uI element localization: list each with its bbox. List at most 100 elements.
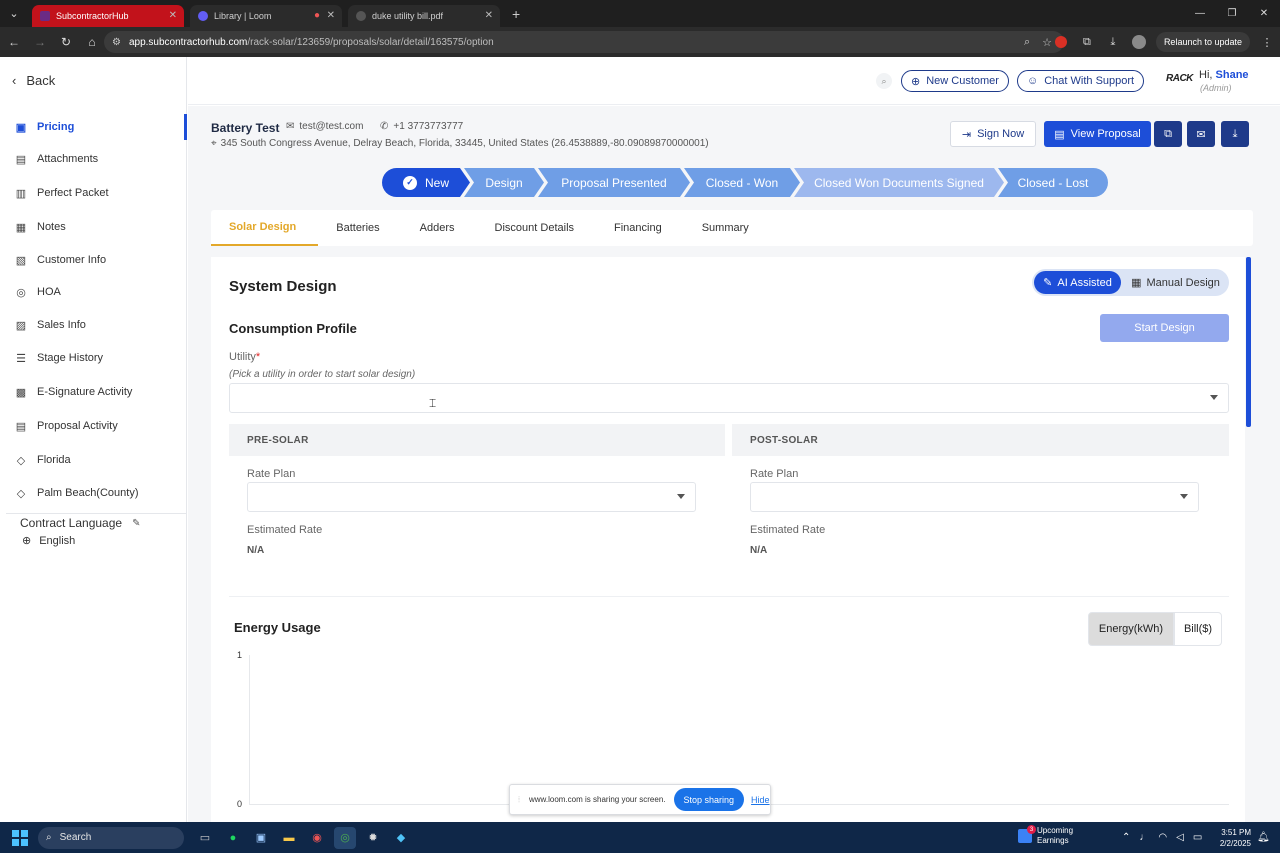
stage-design[interactable]: Design [464,168,544,197]
tab-search-icon[interactable]: ⌄ [4,4,24,24]
stage-label: Closed Won Documents Signed [814,175,984,190]
packet-icon: ▥ [15,187,27,200]
tab-batteries[interactable]: Batteries [318,210,401,246]
profile-avatar-icon[interactable] [1126,29,1152,55]
back-arrow-icon[interactable]: ← [2,30,26,54]
app-icon[interactable]: ◆ [390,827,412,849]
search-icon[interactable]: ⌕ [876,73,892,89]
ai-assisted-button[interactable]: ✎ AI Assisted [1034,271,1121,294]
utility-select[interactable] [229,383,1229,413]
stage-closed-lost[interactable]: Closed - Lost [998,168,1108,197]
back-link[interactable]: ‹ Back [12,73,55,88]
tab-adders[interactable]: Adders [402,210,477,246]
close-tab-icon[interactable]: ✕ [485,10,493,21]
view-proposal-button[interactable]: ▤ View Proposal [1044,121,1151,147]
site-info-icon[interactable]: ⚙ [112,37,121,48]
start-design-button[interactable]: Start Design [1100,314,1229,342]
restore-icon[interactable]: ❐ [1216,0,1248,27]
user-greeting[interactable]: Hi, Shane [1199,69,1249,81]
sidebar-item-notes[interactable]: ▦ Notes [0,214,187,240]
task-view-icon[interactable]: ▭ [194,827,216,849]
sidebar-item-label: Perfect Packet [37,187,109,199]
greeting-text: Hi, [1199,69,1213,81]
browser-tab-subcontractorhub[interactable]: SubcontractorHub ✕ [32,4,184,27]
chat-support-button[interactable]: ☺ Chat With Support [1017,70,1145,92]
stage-proposal-presented[interactable]: Proposal Presented [538,168,690,197]
stage-label: New [424,175,449,190]
hide-link[interactable]: Hide [751,795,770,805]
relaunch-button[interactable]: Relaunch to update [1155,32,1250,52]
taskbar-search[interactable]: ⌕ Search [38,826,184,849]
app-badge-icon[interactable]: ◉ [306,827,328,849]
manual-design-button[interactable]: ▦ Manual Design [1124,271,1227,294]
utility-hint: (Pick a utility in order to start solar … [229,369,416,380]
sidebar-item-attachments[interactable]: ▤ Attachments [0,146,187,172]
stage-closed-won-documents-signed[interactable]: Closed Won Documents Signed [794,168,1004,197]
browser-tab-bar: ⌄ SubcontractorHub ✕ Library | Loom ● ✕ … [0,0,1280,27]
sidebar-item-customer-info[interactable]: ▧ Customer Info [0,247,187,273]
sidebar-item-hoa[interactable]: ◎ HOA [0,279,187,305]
support-icon: ☺ [1027,75,1039,87]
extension-record-icon[interactable] [1048,29,1074,55]
home-icon[interactable]: ⌂ [80,30,104,54]
close-tab-icon[interactable]: ✕ [327,10,335,21]
microphone-icon[interactable]: ♩ [1139,832,1149,843]
tab-financing[interactable]: Financing [596,210,684,246]
bill-dollar-toggle[interactable]: Bill($) [1174,612,1222,646]
battery-icon[interactable]: ▭ [1193,832,1202,843]
new-customer-button[interactable]: ⊕ New Customer [901,70,1009,92]
close-tab-icon[interactable]: ✕ [169,10,177,21]
pre-solar-rate-plan-select[interactable] [247,482,696,512]
sidebar-item-perfect-packet[interactable]: ▥ Perfect Packet [0,180,187,206]
spotify-icon[interactable]: ● [222,827,244,849]
sidebar-item-e-signature-activity[interactable]: ▩ E-Signature Activity [0,379,187,405]
notification-bell-icon[interactable]: 🔔︎ [1257,832,1270,843]
stage-new[interactable]: ✓ New [382,168,470,197]
user-name: Shane [1215,69,1249,81]
windows-start-icon[interactable] [12,829,28,846]
post-solar-rate-plan-select[interactable] [750,482,1199,512]
close-window-icon[interactable]: ✕ [1248,0,1280,27]
download-button[interactable]: ⤓ [1221,121,1249,147]
download-icon[interactable]: ⤓ [1100,29,1126,55]
minimize-icon[interactable]: — [1184,0,1216,27]
stage-closed-won[interactable]: Closed - Won [684,168,800,197]
sidebar-item-florida[interactable]: ◇ Florida [0,447,187,473]
clock-time: 3:51 PM [1221,828,1251,837]
sidebar-item-pricing[interactable]: ▣ Pricing [0,114,187,140]
drag-handle-icon[interactable]: ⦙ [513,795,525,805]
tab-summary[interactable]: Summary [684,210,771,246]
sidebar-item-proposal-activity[interactable]: ▤ Proposal Activity [0,413,187,439]
forward-arrow-icon[interactable]: → [28,30,52,54]
app-icon[interactable]: ▣ [250,827,272,849]
tab-discount-details[interactable]: Discount Details [477,210,596,246]
edit-icon[interactable]: ✎ [132,518,140,529]
pre-solar-heading: PRE-SOLAR [229,424,725,456]
energy-kwh-toggle[interactable]: Energy(kWh) [1088,612,1174,646]
zoom-icon[interactable]: ⌕ [1024,36,1030,49]
address-bar[interactable]: ⚙ app.subcontractorhub.com/rack-solar/12… [104,31,1064,53]
new-tab-icon[interactable]: + [512,6,520,22]
copy-button[interactable]: ⧉ [1154,121,1182,147]
panel-scrollbar[interactable] [1246,257,1251,427]
extensions-icon[interactable]: ⧉ [1074,29,1100,55]
browser-tab-loom[interactable]: Library | Loom ● ✕ [190,4,342,27]
volume-icon[interactable]: ◁ [1176,832,1184,843]
sidebar-item-palm-beach[interactable]: ◇ Palm Beach(County) [0,480,187,506]
reload-icon[interactable]: ↻ [54,30,78,54]
sign-now-button[interactable]: ⇥ Sign Now [950,121,1036,147]
file-explorer-icon[interactable]: ▬ [278,827,300,849]
taskbar-clock[interactable]: 3:51 PM 2/2/2025 [1215,827,1251,849]
settings-gear-icon[interactable]: ✹ [362,827,384,849]
browser-tab-pdf[interactable]: duke utility bill.pdf ✕ [348,4,500,27]
browser-menu-icon[interactable]: ⋮ [1254,29,1280,55]
news-widget[interactable]: UpcomingEarnings [1018,825,1073,846]
email-button[interactable]: ✉ [1187,121,1215,147]
stop-sharing-button[interactable]: Stop sharing [673,788,745,811]
tab-solar-design[interactable]: Solar Design [211,210,319,246]
chevron-up-icon[interactable]: ⌃ [1122,832,1130,843]
sidebar-item-sales-info[interactable]: ▨ Sales Info [0,312,187,338]
sidebar-item-stage-history[interactable]: ☰ Stage History [0,345,187,371]
wifi-icon[interactable]: ◠ [1158,832,1167,843]
chrome-icon[interactable]: ◎ [334,826,356,849]
